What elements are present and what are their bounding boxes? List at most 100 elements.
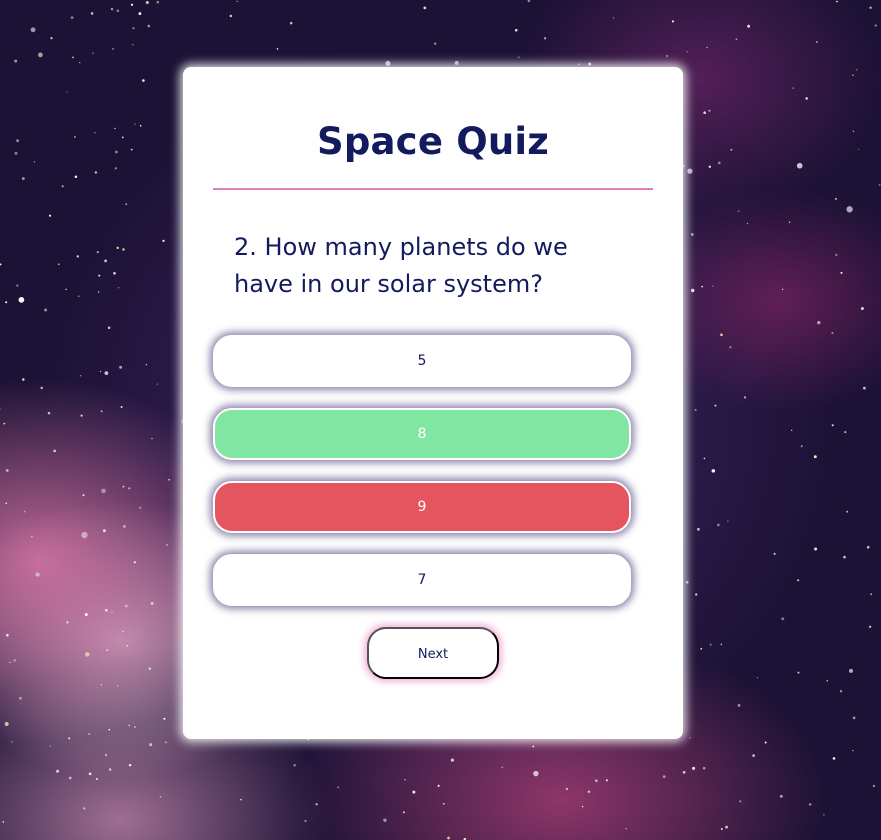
star [852,749,854,752]
star [533,770,539,777]
star [874,24,877,27]
star [133,726,136,728]
star [792,87,794,89]
star [315,803,318,806]
star [703,111,707,115]
star [727,520,729,522]
star [114,167,117,170]
star [276,48,279,50]
star [293,763,296,767]
star [434,42,437,45]
star [729,346,732,349]
star [6,634,9,637]
star [0,408,1,410]
star [832,757,836,760]
star [98,274,101,277]
star [88,772,92,776]
star [337,786,340,789]
star [128,763,132,767]
star [95,777,99,781]
star [163,717,166,720]
star [587,790,591,794]
star [116,246,119,249]
star [110,7,114,11]
star [132,43,134,46]
star [23,510,26,513]
star [746,222,749,225]
star [5,301,8,304]
star [518,56,520,59]
star [402,811,405,814]
star [74,175,78,179]
star [788,221,791,223]
star [752,754,755,757]
star [514,28,518,32]
star [156,383,159,385]
star [834,197,837,200]
star [122,630,124,633]
star [106,649,109,652]
star [65,288,67,291]
star [145,1,149,4]
star [437,784,440,787]
next-button[interactable]: Next [367,627,499,679]
star [588,62,592,66]
answer-option-3[interactable]: 9 [213,481,631,533]
star [791,429,793,431]
star [99,370,102,373]
star [718,161,721,165]
star [703,457,706,460]
star [166,544,168,546]
star [104,371,109,375]
star [687,168,693,174]
star [100,410,103,413]
answer-option-4[interactable]: 7 [213,554,631,606]
star [856,69,858,71]
star [132,27,135,30]
star [9,661,11,664]
star [708,109,711,112]
star [868,625,872,629]
star [404,779,406,781]
star [578,63,581,66]
star [0,263,2,266]
answer-option-2[interactable]: 8 [213,408,631,460]
star [114,127,116,130]
star [145,363,148,366]
star [852,716,856,720]
star [844,431,847,434]
star [14,59,18,63]
star [102,529,106,533]
star [671,20,674,23]
star [139,506,142,509]
star [88,733,91,735]
star [773,552,776,555]
star [35,572,40,577]
star [756,676,759,679]
star [14,151,18,155]
star [849,668,853,673]
star [79,375,82,377]
star [125,203,128,205]
star [442,802,445,805]
star [797,671,800,674]
star [229,14,233,18]
star [831,424,834,427]
star [711,469,716,473]
star [712,285,714,287]
star [872,784,876,788]
star [56,769,60,773]
star [625,827,627,830]
star [122,248,125,251]
star [743,396,747,399]
answer-option-1[interactable]: 5 [213,335,631,387]
star [150,601,154,605]
star [800,445,803,448]
star [236,0,238,3]
star [691,288,695,293]
star [30,27,36,33]
star [128,487,131,490]
star [447,836,450,840]
star [720,333,723,337]
star [122,485,125,488]
